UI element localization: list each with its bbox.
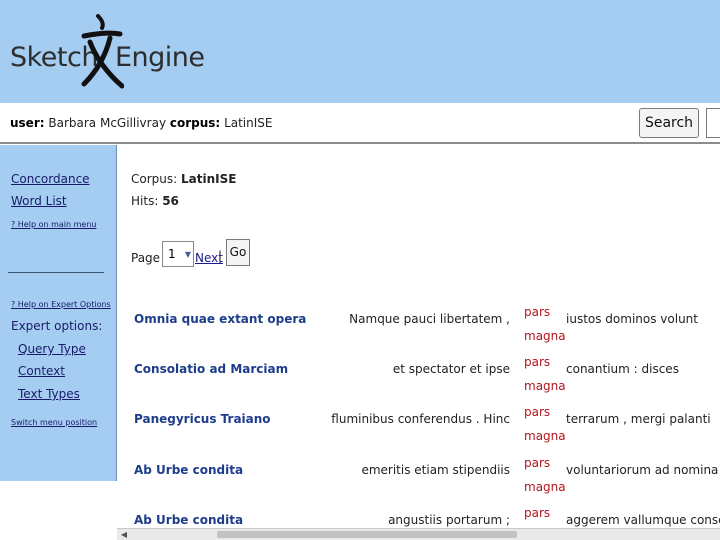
kwic-word-1: pars bbox=[524, 506, 551, 520]
search-button[interactable]: Search bbox=[639, 108, 699, 138]
kwic-word-1: pars bbox=[524, 355, 551, 369]
page-label: Page bbox=[131, 251, 161, 265]
sketch-engine-logo[interactable]: Sketch Engine bbox=[10, 14, 210, 92]
chevron-down-icon: ▼ bbox=[184, 250, 191, 259]
table-row: Consolatio ad Marciam et spectator et ip… bbox=[131, 340, 720, 393]
concordance-results: Omnia quae extant opera Namque pauci lib… bbox=[131, 290, 720, 528]
right-context: iustos dominos volunt bbox=[566, 312, 698, 326]
scroll-left-arrow-icon[interactable]: ◀ bbox=[119, 530, 129, 540]
sidebar-divider bbox=[8, 272, 104, 273]
expert-options-heading: Expert options: bbox=[11, 319, 103, 333]
kwic-word-1: pars bbox=[524, 456, 551, 470]
sidebar-item-context[interactable]: Context bbox=[18, 364, 65, 378]
doc-title-link[interactable]: Omnia quae extant opera bbox=[134, 312, 306, 326]
kwic-word-1: pars bbox=[524, 405, 551, 419]
right-context: voluntariorum ad nomina bbox=[566, 463, 719, 477]
left-context: fluminibus conferendus . Hinc bbox=[331, 412, 510, 426]
sidebar-item-concordance[interactable]: Concordance bbox=[11, 172, 90, 186]
page-select[interactable]: 1 ▼ bbox=[162, 241, 194, 267]
doc-title-link[interactable]: Ab Urbe condita bbox=[134, 463, 243, 477]
sidebar-item-text-types[interactable]: Text Types bbox=[18, 387, 80, 401]
pager-separator: | bbox=[218, 249, 223, 263]
doc-title-link[interactable]: Panegyricus Traiano bbox=[134, 412, 271, 426]
go-button[interactable]: Go bbox=[226, 239, 250, 266]
scrollbar-thumb[interactable] bbox=[217, 531, 517, 538]
header: Sketch Engine bbox=[0, 0, 720, 103]
table-row: Omnia quae extant opera Namque pauci lib… bbox=[131, 290, 720, 343]
left-context: emeritis etiam stipendiis bbox=[361, 463, 510, 477]
sidebar-item-word-list[interactable]: Word List bbox=[11, 194, 67, 208]
left-context: Namque pauci libertatem , bbox=[349, 312, 510, 326]
sidebar-menu: Concordance Word List ? Help on main men… bbox=[0, 145, 117, 481]
user-corpus-info: user: Barbara McGillivray corpus: LatinI… bbox=[10, 116, 272, 130]
hits-line: Hits: 56 bbox=[131, 194, 179, 208]
horizontal-scrollbar[interactable]: ◀ bbox=[117, 528, 720, 540]
page-select-value: 1 bbox=[168, 247, 176, 261]
logo-text-right: Engine bbox=[115, 42, 205, 73]
search-input[interactable] bbox=[706, 108, 720, 138]
pagination: Page 1 ▼ Next | Go bbox=[131, 239, 271, 269]
user-label: user: bbox=[10, 116, 45, 130]
switch-menu-position-link[interactable]: Switch menu position bbox=[11, 418, 97, 427]
corpus-meta-value: LatinISE bbox=[181, 172, 237, 186]
right-context: aggerem vallumque conscendit bbox=[566, 513, 720, 527]
left-context: angustiis portarum ; bbox=[388, 513, 510, 527]
hits-label: Hits: bbox=[131, 194, 159, 208]
corpus-label: corpus: bbox=[169, 116, 221, 130]
table-row: Panegyricus Traiano fluminibus conferend… bbox=[131, 390, 720, 443]
table-row: Ab Urbe condita angustiis portarum ; par… bbox=[131, 491, 720, 528]
help-main-menu-link[interactable]: ? Help on main menu bbox=[11, 220, 96, 229]
hits-value: 56 bbox=[162, 194, 179, 208]
kwic-word-1: pars bbox=[524, 305, 551, 319]
sidebar-item-query-type[interactable]: Query Type bbox=[18, 342, 86, 356]
user-bar: user: Barbara McGillivray corpus: LatinI… bbox=[0, 103, 720, 144]
help-expert-options-link[interactable]: ? Help on Expert Options bbox=[11, 300, 111, 309]
left-context: et spectator et ipse bbox=[392, 362, 510, 376]
doc-title-link[interactable]: Ab Urbe condita bbox=[134, 513, 243, 527]
doc-title-link[interactable]: Consolatio ad Marciam bbox=[134, 362, 288, 376]
kwic-keyword[interactable]: pars bbox=[524, 501, 550, 525]
right-context: conantium : disces bbox=[566, 362, 679, 376]
table-row: Ab Urbe condita emeritis etiam stipendii… bbox=[131, 441, 720, 494]
corpus-meta-label: Corpus: bbox=[131, 172, 178, 186]
right-context: terrarum , mergi palanti bbox=[566, 412, 711, 426]
corpus-name: LatinISE bbox=[224, 116, 273, 130]
user-name: Barbara McGillivray bbox=[48, 116, 167, 130]
corpus-line: Corpus: LatinISE bbox=[131, 172, 236, 186]
